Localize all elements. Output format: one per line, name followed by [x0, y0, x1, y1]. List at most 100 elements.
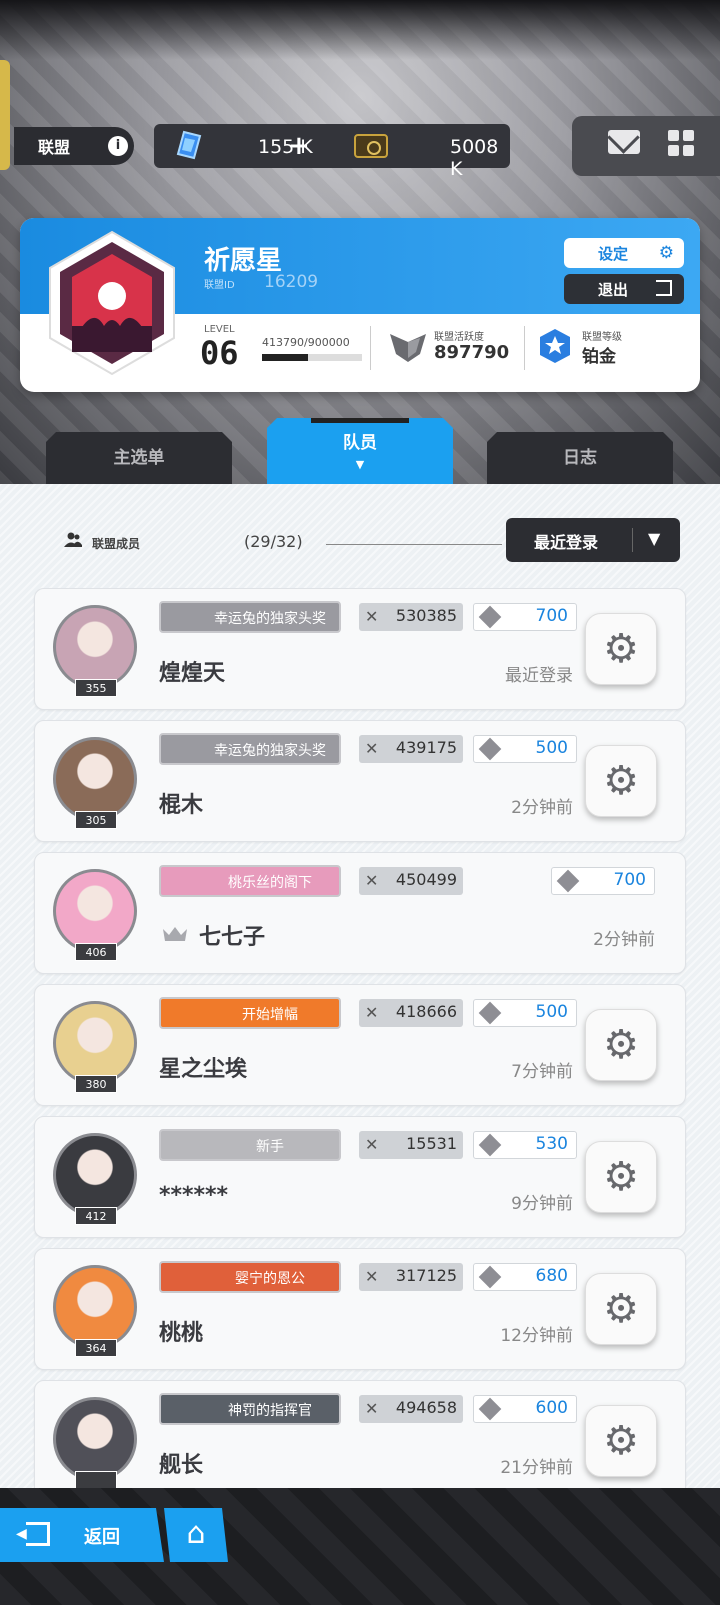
member-power: ✕ 15531 — [359, 1131, 463, 1159]
tab-members[interactable]: 队员 ▼ — [267, 418, 453, 484]
member-manage-button[interactable]: ⚙ — [585, 613, 657, 685]
exp-progress-bar — [262, 354, 362, 361]
gear-icon: ⚙ — [603, 1154, 639, 1200]
member-name: 舰长 — [159, 1453, 204, 1478]
member-level: 355 — [75, 679, 117, 697]
member-title-badge: 婴宁的恩公 — [159, 1261, 341, 1293]
home-button[interactable]: ⌂ — [164, 1508, 228, 1562]
member-name: 星之尘埃 — [159, 1057, 248, 1082]
member-last-login: 12分钟前 — [500, 1326, 573, 1346]
crossed-swords-icon: ✕ — [365, 1267, 379, 1286]
gear-icon: ⚙ — [603, 1286, 639, 1332]
sort-label: 最近登录 — [534, 533, 599, 552]
bottom-bar: 返回 ⌂ — [0, 1488, 720, 1605]
member-avatar[interactable]: 355 — [43, 595, 147, 699]
member-title-badge: 新手 — [159, 1129, 341, 1161]
member-contribution: 700 — [473, 603, 577, 631]
diamond-icon — [478, 1397, 502, 1421]
member-manage-button[interactable]: ⚙ — [585, 1405, 657, 1477]
avatar-portrait — [53, 737, 137, 821]
member-title: 婴宁的恩公 — [235, 1271, 305, 1287]
avatar-portrait — [53, 869, 137, 953]
contribution-value: 500 — [535, 738, 568, 758]
activity-icon — [390, 334, 426, 362]
member-power: ✕ 494658 — [359, 1395, 463, 1423]
crown-icon — [163, 927, 187, 941]
member-power: ✕ 418666 — [359, 999, 463, 1027]
exit-icon — [656, 280, 672, 296]
tab-main-menu[interactable]: 主选单 — [46, 432, 232, 484]
menu-grid-icon[interactable] — [668, 130, 694, 156]
member-title: 开始增幅 — [242, 1007, 298, 1023]
contribution-value: 680 — [535, 1266, 568, 1286]
member-manage-button[interactable]: ⚙ — [585, 1273, 657, 1345]
ticket-icon — [354, 134, 388, 158]
member-avatar[interactable]: 364 — [43, 1255, 147, 1359]
crossed-swords-icon: ✕ — [365, 607, 379, 626]
member-card[interactable]: 神罚的指挥官 ✕ 494658 600 舰长 21分钟前 ⚙ — [34, 1380, 686, 1488]
divider — [524, 326, 525, 370]
settings-button[interactable]: 设定 ⚙ — [564, 238, 684, 268]
member-last-login: 7分钟前 — [511, 1062, 573, 1082]
rank-icon — [540, 329, 570, 363]
divider-line — [326, 544, 502, 545]
contribution-value: 600 — [535, 1398, 568, 1418]
member-card[interactable]: 412 新手 ✕ 15531 530 ****** 9分钟前 ⚙ — [34, 1116, 686, 1238]
power-value: 530385 — [395, 606, 457, 625]
home-icon: ⌂ — [186, 1516, 206, 1551]
member-contribution: 530 — [473, 1131, 577, 1159]
member-name: 桃桃 — [159, 1321, 204, 1346]
member-card[interactable]: 364 婴宁的恩公 ✕ 317125 680 桃桃 12分钟前 ⚙ — [34, 1248, 686, 1370]
member-power: ✕ 450499 — [359, 867, 463, 895]
member-manage-button[interactable]: ⚙ — [585, 1141, 657, 1213]
member-contribution: 680 — [473, 1263, 577, 1291]
avatar-portrait — [53, 1001, 137, 1085]
tab-label: 日志 — [563, 448, 597, 468]
diamond-icon — [478, 1265, 502, 1289]
power-value: 418666 — [395, 1002, 457, 1021]
diamond-icon — [478, 605, 502, 629]
crossed-swords-icon: ✕ — [365, 1135, 379, 1154]
member-avatar[interactable]: 406 — [43, 859, 147, 963]
rank-value: 铂金 — [582, 347, 616, 367]
member-card[interactable]: 380 开始增幅 ✕ 418666 500 星之尘埃 7分钟前 ⚙ — [34, 984, 686, 1106]
sort-dropdown[interactable]: 最近登录 ▼ — [506, 518, 680, 562]
member-last-login: 21分钟前 — [500, 1458, 573, 1478]
member-avatar[interactable]: 305 — [43, 727, 147, 831]
member-avatar[interactable]: 380 — [43, 991, 147, 1095]
member-avatar[interactable]: 412 — [43, 1123, 147, 1227]
guild-exp: 413790/900000 — [262, 336, 350, 349]
chevron-down-icon: ▼ — [648, 529, 661, 548]
avatar-portrait — [53, 1265, 137, 1349]
info-icon[interactable]: i — [108, 136, 128, 156]
avatar-portrait — [53, 1133, 137, 1217]
back-button[interactable]: 返回 — [0, 1508, 164, 1562]
member-card[interactable]: 406 桃乐丝的阁下 ✕ 450499 700 七七子 2分钟前 — [34, 852, 686, 974]
gear-icon: ⚙ — [603, 758, 639, 804]
tab-label: 主选单 — [113, 448, 165, 468]
guild-level: 06 — [200, 334, 239, 372]
add-gems-button[interactable]: + — [288, 131, 310, 161]
ticket-count: 5008 K — [450, 136, 499, 180]
crossed-swords-icon: ✕ — [365, 1399, 379, 1418]
member-power: ✕ 439175 — [359, 735, 463, 763]
member-avatar[interactable] — [43, 1387, 147, 1488]
crossed-swords-icon: ✕ — [365, 1003, 379, 1022]
exit-button[interactable]: 退出 — [564, 274, 684, 304]
mail-icon[interactable] — [608, 130, 640, 154]
tab-log[interactable]: 日志 — [487, 432, 673, 484]
member-level: 364 — [75, 1339, 117, 1357]
power-value: 450499 — [395, 870, 457, 889]
member-contribution: 500 — [473, 735, 577, 763]
member-title-badge: 幸运兔的独家头奖 — [159, 601, 341, 633]
diamond-icon — [556, 869, 580, 893]
member-card[interactable]: 305 幸运兔的独家头奖 ✕ 439175 500 棍木 2分钟前 ⚙ — [34, 720, 686, 842]
member-card[interactable]: 355 幸运兔的独家头奖 ✕ 530385 700 煌煌天 最近登录 ⚙ — [34, 588, 686, 710]
crossed-swords-icon: ✕ — [365, 739, 379, 758]
activity-value: 897790 — [434, 342, 510, 363]
power-value: 15531 — [406, 1134, 457, 1153]
top-right-buttons — [572, 116, 720, 176]
member-manage-button[interactable]: ⚙ — [585, 745, 657, 817]
member-manage-button[interactable]: ⚙ — [585, 1009, 657, 1081]
member-name: ****** — [159, 1183, 229, 1208]
